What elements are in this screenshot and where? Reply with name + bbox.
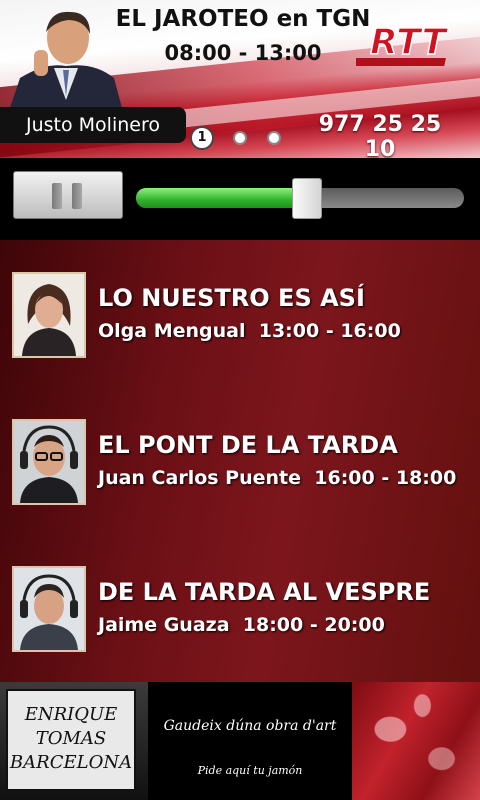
ad-banner[interactable]: ENRIQUE TOMAS BARCELONA Gaudeix dúna obr…	[0, 682, 480, 800]
station-logo-text: RTT	[370, 22, 448, 63]
show-title: EL PONT DE LA TARDA	[98, 431, 398, 459]
ad-slogan: Gaudeix dúna obra d'art	[163, 718, 337, 734]
phone-number[interactable]: 977 25 25 10	[300, 112, 460, 158]
schedule-item[interactable]: LO NUESTRO ES ASÍ Olga Mengual 13:00 - 1…	[0, 272, 480, 364]
schedule-item[interactable]: DE LA TARDA AL VESPRE Jaime Guaza 18:00 …	[0, 566, 480, 658]
show-time: 13:00 - 16:00	[258, 320, 401, 342]
show-title: LO NUESTRO ES ASÍ	[98, 284, 365, 312]
page-dot[interactable]	[267, 131, 281, 145]
show-host: Jaime Guaza	[98, 614, 230, 636]
show-time: 18:00 - 20:00	[242, 614, 385, 636]
program-title: EL JAROTEO en TGN	[115, 6, 371, 32]
ad-ham-image	[352, 682, 480, 800]
show-host: Juan Carlos Puente	[98, 467, 302, 489]
show-time: 16:00 - 18:00	[314, 467, 457, 489]
volume-slider-thumb[interactable]	[291, 178, 322, 219]
page-dot-active[interactable]: 1	[190, 126, 214, 150]
program-time: 08:00 - 13:00	[164, 41, 322, 65]
program-schedule: LO NUESTRO ES ASÍ Olga Mengual 13:00 - 1…	[0, 240, 480, 682]
show-host: Olga Mengual	[98, 320, 246, 342]
presenter-name: Justo Molinero	[0, 107, 186, 143]
ad-cta-link[interactable]: Pide aquí tu jamón	[148, 764, 352, 777]
station-logo: RTT	[356, 21, 449, 66]
show-host-time: Jaime Guaza 18:00 - 20:00	[98, 614, 385, 636]
ad-brand-line: ENRIQUE	[24, 704, 118, 725]
now-playing-header[interactable]: EL JAROTEO en TGN 08:00 - 13:00 RTT Just…	[0, 0, 480, 158]
schedule-item[interactable]: EL PONT DE LA TARDA Juan Carlos Puente 1…	[0, 419, 480, 511]
page-dot[interactable]	[233, 131, 247, 145]
show-host-time: Olga Mengual 13:00 - 16:00	[98, 320, 401, 342]
host-photo	[12, 566, 86, 652]
ad-brand-line: BARCELONA	[9, 752, 133, 773]
presenter-photo	[10, 11, 122, 108]
host-photo	[12, 419, 86, 505]
show-title: DE LA TARDA AL VESPRE	[98, 578, 431, 606]
pause-button[interactable]	[13, 171, 123, 219]
host-photo	[12, 272, 86, 358]
player-controls	[0, 158, 480, 240]
show-host-time: Juan Carlos Puente 16:00 - 18:00	[98, 467, 456, 489]
ad-brand-line: TOMAS	[35, 728, 107, 749]
ad-brand-logo: ENRIQUE TOMAS BARCELONA	[0, 682, 148, 800]
volume-slider-fill	[136, 188, 307, 208]
radio-app: EL JAROTEO en TGN 08:00 - 13:00 RTT Just…	[0, 0, 480, 800]
